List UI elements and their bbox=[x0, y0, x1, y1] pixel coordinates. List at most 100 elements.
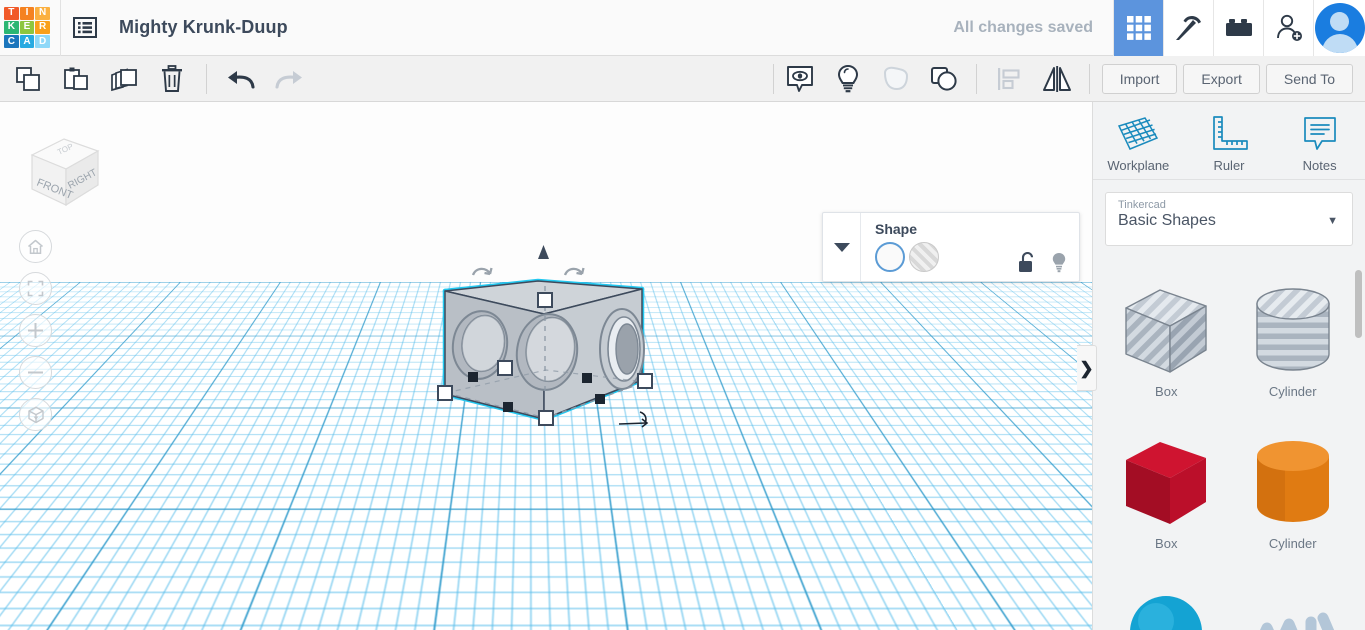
shape-item-hole-box[interactable]: Box bbox=[1103, 276, 1230, 428]
handle-top-center bbox=[537, 292, 553, 308]
shape-library-list[interactable]: Box Cylinder Box Cylinder bbox=[1093, 262, 1365, 630]
delete-trash-icon bbox=[162, 64, 182, 92]
ungroup-icon bbox=[930, 66, 957, 91]
logo-tile-4: E bbox=[19, 20, 35, 35]
logo-tile-3: K bbox=[4, 20, 19, 35]
shape-item-solid-cylinder[interactable]: Cylinder bbox=[1230, 428, 1357, 580]
minus-icon bbox=[28, 371, 43, 374]
project-menu-button[interactable] bbox=[61, 0, 109, 56]
duplicate-button[interactable] bbox=[100, 56, 148, 101]
notes-tool[interactable]: Notes bbox=[1284, 114, 1356, 173]
ungroup-button[interactable] bbox=[920, 56, 968, 101]
panel-collapse-handle[interactable]: ❯ bbox=[1077, 345, 1097, 391]
handle-mid-left bbox=[497, 360, 513, 376]
logo-tile-8: D bbox=[35, 35, 50, 49]
mirror-button[interactable] bbox=[1033, 56, 1081, 101]
shape-item-label: Cylinder bbox=[1268, 384, 1317, 399]
workplane-tool-label: Workplane bbox=[1107, 158, 1170, 173]
zoom-out-button[interactable] bbox=[19, 356, 52, 389]
avatar-container bbox=[1313, 0, 1365, 56]
unlock-padlock-icon[interactable] bbox=[1018, 252, 1035, 273]
shape-panel-collapse-button[interactable] bbox=[823, 213, 861, 281]
solid-shape-swatch[interactable] bbox=[875, 242, 905, 272]
user-avatar[interactable] bbox=[1314, 2, 1365, 53]
logo-tile-2: N bbox=[35, 6, 50, 20]
perspective-box-icon bbox=[27, 406, 44, 423]
align-button[interactable] bbox=[985, 56, 1033, 101]
add-user-icon bbox=[1276, 14, 1302, 41]
import-button[interactable]: Import bbox=[1101, 63, 1178, 94]
lightbulb-icon[interactable] bbox=[1051, 252, 1067, 273]
redo-button[interactable] bbox=[265, 56, 313, 101]
duplicate-icon bbox=[111, 67, 137, 91]
handle-bottom-right bbox=[637, 373, 653, 389]
zoom-in-button[interactable] bbox=[19, 314, 52, 347]
shape-list-scrollbar[interactable] bbox=[1355, 266, 1362, 618]
library-owner-label: Tinkercad bbox=[1118, 199, 1166, 211]
shape-library-dropdown[interactable]: Tinkercad Basic Shapes ▼ bbox=[1105, 192, 1353, 246]
solid-cylinder-icon bbox=[1256, 441, 1329, 522]
shape-item-scribble[interactable] bbox=[1230, 580, 1357, 630]
export-button[interactable]: Export bbox=[1183, 63, 1260, 94]
solid-sphere-icon bbox=[1130, 596, 1203, 630]
lego-brick-icon bbox=[1225, 18, 1252, 36]
pickaxe-icon bbox=[1175, 15, 1201, 40]
logo-tile-0: T bbox=[4, 6, 19, 20]
scrollbar-thumb[interactable] bbox=[1355, 270, 1362, 338]
mirror-flip-icon bbox=[1042, 65, 1071, 92]
minecraft-button[interactable] bbox=[1163, 0, 1213, 56]
shape-item-solid-sphere[interactable] bbox=[1103, 580, 1230, 630]
home-view-button[interactable] bbox=[19, 230, 52, 263]
home-icon bbox=[28, 239, 43, 254]
sidebar-tools-row: Workplane Ruler Notes bbox=[1093, 102, 1365, 180]
plus-icon bbox=[28, 323, 43, 338]
shape-item-hole-cylinder[interactable]: Cylinder bbox=[1230, 276, 1357, 428]
toolbar-separator-2 bbox=[772, 63, 774, 94]
shape-panel-body: Shape bbox=[861, 213, 1079, 281]
handle-edge-4 bbox=[595, 394, 605, 404]
solid-box-icon bbox=[1126, 442, 1207, 524]
avatar-head bbox=[1330, 11, 1349, 31]
copy-button[interactable] bbox=[4, 56, 52, 101]
invite-user-button[interactable] bbox=[1263, 0, 1313, 56]
toolbar-separator-3 bbox=[975, 63, 977, 94]
fit-to-view-button[interactable] bbox=[19, 272, 52, 305]
paste-button[interactable] bbox=[52, 56, 100, 101]
logo-tile-5: R bbox=[35, 20, 50, 35]
selected-3d-object[interactable] bbox=[434, 242, 674, 442]
logo-tile-6: C bbox=[4, 35, 19, 49]
hole-shape-swatch[interactable] bbox=[909, 242, 939, 272]
delete-button[interactable] bbox=[148, 56, 196, 101]
paste-icon bbox=[64, 67, 88, 90]
ruler-tool[interactable]: Ruler bbox=[1193, 114, 1265, 173]
hole-cylinder-icon bbox=[1256, 288, 1330, 371]
workplane-grid-icon bbox=[1118, 117, 1159, 150]
document-title[interactable]: Mighty Krunk-Duup bbox=[119, 17, 288, 38]
3d-viewport[interactable]: FRONT RIGHT TOP Shape bbox=[0, 102, 1092, 630]
perspective-toggle-button[interactable] bbox=[19, 398, 52, 431]
light-button[interactable] bbox=[824, 56, 872, 101]
blocks-button[interactable] bbox=[1213, 0, 1263, 56]
tinkercad-logo[interactable]: T I N K E R C A D bbox=[4, 6, 50, 49]
lightbulb-icon bbox=[837, 64, 858, 92]
gallery-grid-button[interactable] bbox=[1113, 0, 1163, 56]
workplane-tool[interactable]: Workplane bbox=[1102, 114, 1174, 173]
shape-item-label: Box bbox=[1155, 384, 1178, 399]
group-button[interactable] bbox=[872, 56, 920, 101]
list-menu-icon bbox=[73, 17, 97, 38]
shape-grid: Box Cylinder Box Cylinder bbox=[1093, 262, 1365, 630]
undo-arrow-icon bbox=[228, 70, 255, 89]
avatar-body bbox=[1321, 33, 1358, 53]
align-icon bbox=[997, 67, 1020, 90]
fit-view-icon bbox=[27, 280, 44, 297]
chevron-down-icon: ▼ bbox=[1327, 215, 1338, 227]
show-hide-button[interactable] bbox=[776, 56, 824, 101]
view-cube[interactable]: FRONT RIGHT TOP bbox=[14, 117, 114, 217]
logo-tile-7: A bbox=[19, 35, 35, 49]
ruler-icon bbox=[1213, 116, 1248, 150]
handle-bottom-left bbox=[437, 385, 453, 401]
shape-item-solid-box[interactable]: Box bbox=[1103, 428, 1230, 580]
rotation-handle-left bbox=[471, 267, 493, 276]
send-to-button[interactable]: Send To bbox=[1265, 63, 1353, 94]
undo-button[interactable] bbox=[217, 56, 265, 101]
